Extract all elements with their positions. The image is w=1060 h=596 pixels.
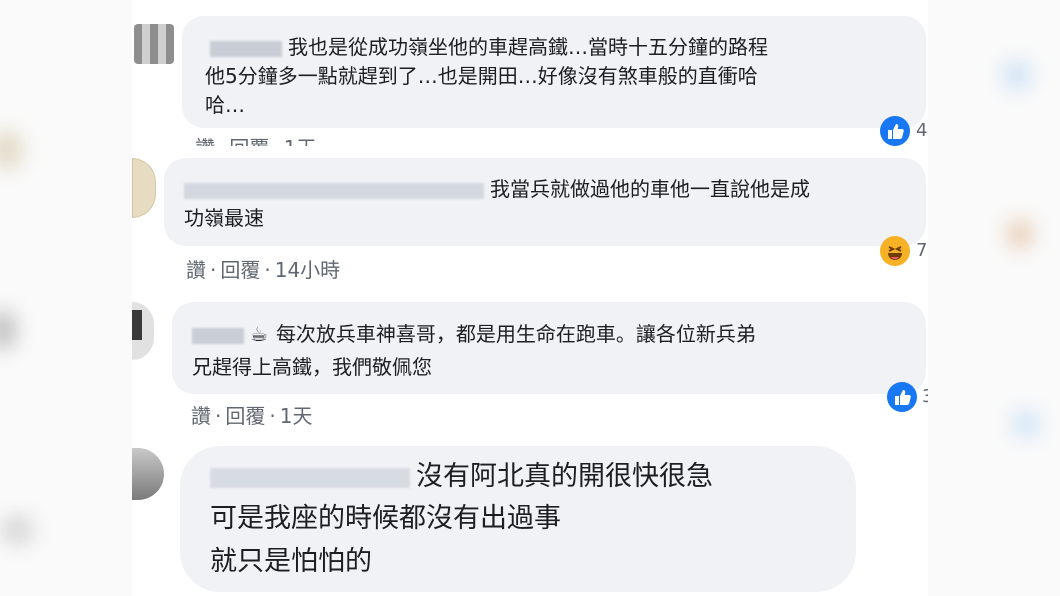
comment-text-line: 可是我座的時候都沒有出過事: [210, 503, 561, 534]
like-icon[interactable]: [887, 382, 917, 412]
separator: ·: [215, 404, 222, 428]
right-blurred-margin: [928, 0, 1060, 596]
avatar[interactable]: [132, 158, 156, 218]
timestamp-link[interactable]: 14小時: [275, 258, 340, 282]
blurred-author-name: [184, 182, 484, 199]
reply-link[interactable]: 回覆: [220, 258, 260, 282]
reaction-count: 7: [916, 240, 928, 261]
comment-text-line: 兄趕得上高鐵，我們敬佩您: [192, 355, 432, 379]
comment-actions-row: 讚 · 回覆 · 1天: [195, 132, 316, 146]
comment-actions-row: 讚 · 回覆 · 14小時: [186, 254, 340, 283]
separator: ·: [210, 258, 217, 282]
separator: ·: [219, 136, 225, 146]
reply-link[interactable]: 回覆: [225, 404, 265, 428]
separator: ·: [264, 258, 271, 282]
like-link[interactable]: 讚: [186, 258, 206, 282]
comment-actions-row: 讚·回覆·1天: [191, 400, 312, 429]
left-blurred-margin: [0, 0, 132, 596]
like-icon[interactable]: [880, 116, 910, 146]
comment-text-line: 就只是怕怕的: [210, 546, 372, 577]
like-link[interactable]: 讚: [191, 404, 211, 428]
comment-text: ☕ 每次放兵車神喜哥，都是用生命在跑車。讓各位新兵弟: [192, 320, 756, 349]
blurred-author-name: [210, 467, 410, 488]
timestamp-link[interactable]: 1天: [284, 136, 317, 146]
like-link[interactable]: 讚: [195, 136, 215, 146]
avatar[interactable]: [132, 302, 154, 360]
comment-text-line: 哈…: [205, 93, 245, 117]
comment-text: 沒有阿北真的開很快很急: [210, 458, 713, 495]
comment-text-line: 沒有阿北真的開很快很急: [416, 461, 713, 492]
reaction-count: 4: [916, 120, 928, 141]
separator: ·: [273, 136, 279, 146]
comment-text: 我當兵就做過他的車他一直說他是成: [184, 175, 810, 204]
reaction-count: 3: [922, 386, 928, 407]
comment-text-line: 我當兵就做過他的車他一直說他是成: [490, 177, 810, 201]
reply-link[interactable]: 回覆: [229, 136, 269, 146]
timestamp-link[interactable]: 1天: [280, 404, 313, 428]
separator: ·: [269, 404, 276, 428]
comment-text: 我也是從成功嶺坐他的車趕高鐵…當時十五分鐘的路程: [210, 33, 768, 62]
blurred-author-name: [210, 40, 282, 57]
coffee-icon: ☕: [250, 322, 268, 346]
haha-icon[interactable]: [880, 236, 910, 266]
blurred-author-name: [192, 327, 244, 344]
comment-text-line: 我也是從成功嶺坐他的車趕高鐵…當時十五分鐘的路程: [288, 35, 768, 59]
comment-text-line: 每次放兵車神喜哥，都是用生命在跑車。讓各位新兵弟: [275, 322, 756, 346]
avatar[interactable]: [132, 448, 164, 500]
comment-text-line: 他5分鐘多一點就趕到了…也是開田…好像沒有煞車般的直衝哈: [205, 64, 758, 88]
avatar[interactable]: [134, 24, 174, 64]
comment-text-line: 功嶺最速: [184, 206, 264, 230]
